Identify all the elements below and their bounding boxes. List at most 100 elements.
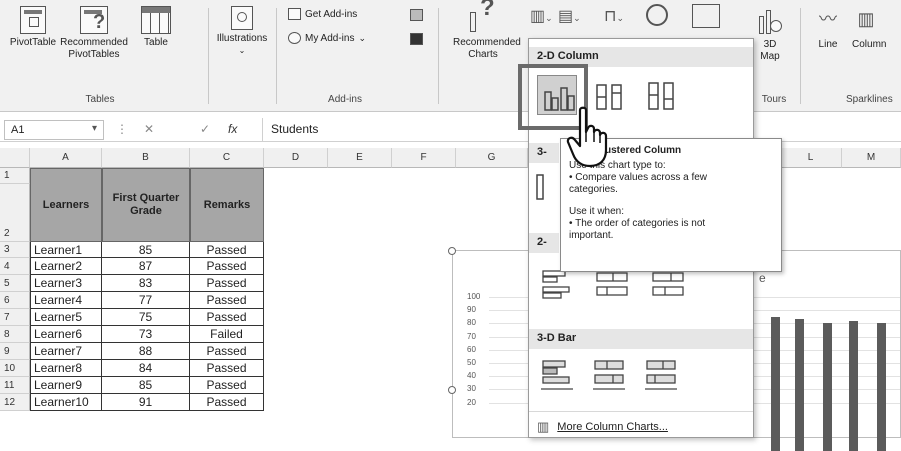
remarks-cell[interactable]: Passed: [190, 360, 264, 377]
3d-map-button[interactable]: 3D Map: [752, 8, 788, 63]
row-header[interactable]: 10: [0, 360, 30, 377]
recommended-charts-button[interactable]: ? Recommended Charts: [442, 0, 524, 61]
row-header[interactable]: 7: [0, 309, 30, 326]
remarks-cell[interactable]: Passed: [190, 275, 264, 292]
sparkline-column-button[interactable]: ▥ Column: [852, 8, 901, 51]
row-header[interactable]: 11: [0, 377, 30, 394]
select-all-corner[interactable]: [0, 148, 30, 168]
hand-cursor-icon: [566, 106, 608, 168]
learner-cell[interactable]: Learner7: [30, 343, 102, 360]
row-header[interactable]: 2: [0, 184, 30, 242]
grade-cell[interactable]: 73: [102, 326, 190, 343]
column-header-c[interactable]: C: [190, 148, 264, 168]
remarks-cell[interactable]: Passed: [190, 258, 264, 275]
hierarchy-chart-icon: ▤: [558, 8, 574, 25]
people-icon: [288, 32, 301, 44]
remarks-cell[interactable]: Passed: [190, 242, 264, 258]
learner-cell[interactable]: Learner5: [30, 309, 102, 326]
learner-cell[interactable]: Learner9: [30, 377, 102, 394]
grade-cell[interactable]: 91: [102, 394, 190, 411]
row-header[interactable]: 1: [0, 168, 30, 184]
column-header-a[interactable]: A: [30, 148, 102, 168]
remarks-cell[interactable]: Passed: [190, 343, 264, 360]
grade-cell[interactable]: 87: [102, 258, 190, 275]
name-box[interactable]: A1 ▾: [4, 120, 104, 140]
visio-icon[interactable]: [410, 33, 423, 45]
remarks-cell[interactable]: Passed: [190, 292, 264, 309]
chart-bar[interactable]: [795, 319, 804, 451]
chart-resize-handle[interactable]: [448, 247, 456, 255]
more-column-charts-link[interactable]: ▥ More Column Charts...: [537, 419, 668, 435]
3d-column-option[interactable]: [533, 165, 553, 205]
table-header-grade[interactable]: First Quarter Grade: [102, 168, 190, 242]
3d-100-stacked-bar-icon: [645, 360, 677, 390]
row-header[interactable]: 9: [0, 343, 30, 360]
pivotchart-icon[interactable]: [692, 4, 720, 28]
more-column-charts-label: More Column Charts...: [557, 421, 668, 433]
learner-cell[interactable]: Learner8: [30, 360, 102, 377]
table-header-learners[interactable]: Learners: [30, 168, 102, 242]
remarks-cell[interactable]: Passed: [190, 309, 264, 326]
get-addins-button[interactable]: Get Add-ins: [288, 8, 357, 20]
sparkline-line-button[interactable]: 〰 Line: [806, 8, 850, 51]
row-header[interactable]: 5: [0, 275, 30, 292]
column-header-l[interactable]: L: [780, 148, 842, 168]
cancel-icon[interactable]: ✕: [144, 122, 154, 136]
tooltip-bullet: • The order of categories is not: [569, 218, 706, 229]
remarks-cell[interactable]: Passed: [190, 377, 264, 394]
column-header-m[interactable]: M: [842, 148, 901, 168]
grade-cell[interactable]: 85: [102, 377, 190, 394]
chart-bar[interactable]: [771, 316, 780, 451]
chart-resize-handle[interactable]: [448, 386, 456, 394]
pivottable-button[interactable]: PivotTable: [4, 6, 62, 49]
recommended-pivottables-button[interactable]: ? Recommended PivotTables: [56, 6, 132, 61]
illustrations-button[interactable]: Illustrations ⌄: [213, 6, 271, 57]
row-header[interactable]: 8: [0, 326, 30, 343]
get-addins-label: Get Add-ins: [305, 8, 358, 20]
row-header[interactable]: 6: [0, 292, 30, 309]
learner-cell[interactable]: Learner6: [30, 326, 102, 343]
chart-bar[interactable]: [849, 320, 858, 451]
waterfall-chart-button[interactable]: ⊓⌄: [604, 6, 624, 26]
row-header[interactable]: 12: [0, 394, 30, 411]
chart-bar[interactable]: [823, 323, 832, 451]
learner-cell[interactable]: Learner1: [30, 242, 102, 258]
grade-cell[interactable]: 75: [102, 309, 190, 326]
column-chart-button[interactable]: ▥⌄: [530, 6, 553, 26]
learner-cell[interactable]: Learner4: [30, 292, 102, 309]
pivottable-label: PivotTable: [9, 37, 57, 48]
chart-bar[interactable]: [877, 323, 886, 451]
column-header-d[interactable]: D: [264, 148, 328, 168]
column-header-f[interactable]: F: [392, 148, 456, 168]
table-header-remarks[interactable]: Remarks: [190, 168, 264, 242]
3d-map-label-line1: 3D: [763, 39, 777, 50]
3d-100-stacked-bar-option[interactable]: [641, 353, 681, 393]
insert-function-icon[interactable]: fx: [228, 122, 237, 136]
3d-clustered-bar-option[interactable]: [537, 353, 577, 393]
column-header-b[interactable]: B: [102, 148, 190, 168]
section-3d-bar: 3-D Bar: [529, 329, 753, 349]
100-stacked-column-option[interactable]: [641, 75, 681, 115]
bing-icon[interactable]: [410, 9, 423, 21]
grade-cell[interactable]: 77: [102, 292, 190, 309]
my-addins-button[interactable]: My Add-ins ⌄: [288, 32, 366, 44]
table-button[interactable]: Table: [136, 6, 176, 49]
tooltip-use-when: Use it when:: [569, 206, 625, 217]
grade-cell[interactable]: 85: [102, 242, 190, 258]
learner-cell[interactable]: Learner2: [30, 258, 102, 275]
maps-icon[interactable]: [646, 4, 668, 26]
grade-cell[interactable]: 83: [102, 275, 190, 292]
row-header[interactable]: 3: [0, 242, 30, 258]
grade-cell[interactable]: 84: [102, 360, 190, 377]
3d-stacked-bar-option[interactable]: [589, 353, 629, 393]
column-header-g[interactable]: G: [456, 148, 528, 168]
learner-cell[interactable]: Learner3: [30, 275, 102, 292]
grade-cell[interactable]: 88: [102, 343, 190, 360]
hierarchy-chart-button[interactable]: ▤⌄: [558, 6, 581, 26]
enter-icon[interactable]: ✓: [200, 122, 210, 136]
column-header-e[interactable]: E: [328, 148, 392, 168]
remarks-cell[interactable]: Passed: [190, 394, 264, 411]
learner-cell[interactable]: Learner10: [30, 394, 102, 411]
remarks-cell[interactable]: Failed: [190, 326, 264, 343]
row-header[interactable]: 4: [0, 258, 30, 275]
